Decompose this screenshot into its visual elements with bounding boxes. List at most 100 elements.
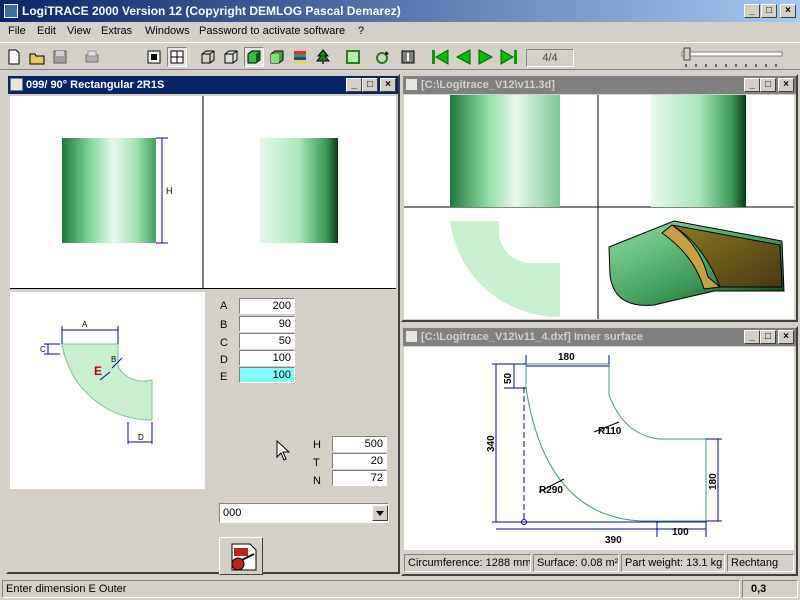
field-a-input[interactable]: 200 [239,298,295,314]
dimension-sketch: A C B E D [10,292,205,489]
window-icon [405,330,418,343]
3d-side-shape [651,95,746,207]
save-icon[interactable] [50,47,70,67]
field-label-a: A [220,300,228,312]
child-maximize-button[interactable]: □ [760,330,776,344]
dxf-dim-bottom-small: 100 [672,527,689,538]
dxf-dim-left-tall: 340 [486,435,497,452]
menu-windows[interactable]: Windows [145,25,190,37]
weight-status: Part weight: 13.1 kg [621,554,725,572]
surface-status: Surface: 0.08 m² [533,554,619,572]
field-c-input[interactable]: 50 [239,333,295,349]
calculate-button[interactable] [219,537,263,575]
child-close-button[interactable]: × [380,78,396,92]
maximize-button[interactable]: □ [761,4,777,18]
child-close-button[interactable]: × [778,78,794,92]
field-label-b: B [220,319,228,331]
solid-green-icon[interactable] [244,47,264,67]
field-label-c: C [220,337,228,349]
menu-view[interactable]: View [67,25,91,37]
dim-e-label: E [94,364,102,378]
field-label-h: H [313,439,321,451]
material-combo-value: 000 [223,507,242,519]
circumference-status: Circumference: 1288 mm [404,554,531,572]
child-minimize-button[interactable]: _ [744,78,760,92]
dim-a-label: A [82,320,88,329]
3d-top-shape [450,221,560,318]
dxf-dim-r-big: R290 [539,485,563,496]
zoom-slider[interactable] [680,46,784,68]
status-message: Enter dimension E Outer [2,580,740,598]
field-label-n: N [313,475,321,487]
tree-icon[interactable] [313,47,333,67]
material-combo[interactable]: 000 [219,503,389,523]
field-t-input[interactable]: 20 [332,453,387,469]
shape-status: Rechtang [727,554,794,572]
dxf-view: 180 50 340 R110 R290 180 100 390 [404,347,794,550]
field-h-input[interactable]: 500 [332,436,387,452]
shaded-cube-icon[interactable] [221,47,241,67]
combo-dropdown-button[interactable] [372,505,388,521]
child-minimize-button[interactable]: _ [744,330,760,344]
3d-views [404,95,794,319]
new-icon[interactable] [4,47,24,67]
dxf-titlebar: [C:\Logitrace_V12\v11_4.dxf] Inner surfa… [403,328,796,346]
menu-file[interactable]: File [8,25,26,37]
unfold-icon[interactable] [343,47,363,67]
print-icon[interactable] [82,47,102,67]
view-quad-icon[interactable] [167,47,187,67]
dxf-title: [C:\Logitrace_V12\v11_4.dxf] Inner surfa… [421,331,643,343]
mouse-cursor-icon [276,440,290,461]
app-title: LogiTRACE 2000 Version 12 (Copyright DEM… [22,4,401,18]
dim-d-label: D [138,433,144,442]
rotate-icon[interactable] [373,47,393,67]
status-bar: Enter dimension E Outer 0,3 [0,578,800,600]
3d-view-titlebar: [C:\Logitrace_V12\v11.3d] _ □ × [403,76,796,94]
field-b-input[interactable]: 90 [239,316,295,332]
child-maximize-button[interactable]: □ [362,78,378,92]
dxf-dim-bottom-total: 390 [605,535,622,546]
field-label-e: E [220,371,228,383]
view-divider [10,288,396,289]
wire-cube-icon[interactable] [198,47,218,67]
window-icon [405,78,418,91]
dxf-dim-r-small: R110 [598,426,622,437]
front-view-shape [62,138,156,243]
menu-extras[interactable]: Extras [101,25,132,37]
child-close-button[interactable]: × [778,330,794,344]
color-map-icon[interactable] [290,47,310,67]
page-indicator: 4/4 [526,49,574,67]
dxf-dim-left-small: 50 [503,372,514,384]
child-maximize-button[interactable]: □ [760,78,776,92]
child-minimize-button[interactable]: _ [346,78,362,92]
last-page-icon[interactable] [499,47,519,67]
menu-password[interactable]: Password to activate software [199,25,345,37]
calculate-icon [231,543,257,571]
field-n-input[interactable]: 72 [332,470,387,486]
view-single-icon[interactable] [144,47,164,67]
app-icon [4,4,18,18]
part-editor-titlebar: 099/ 90° Rectangular 2R1S _ □ × [8,76,398,94]
side-view-shape [260,138,338,243]
menu-edit[interactable]: Edit [37,25,56,37]
first-page-icon[interactable] [430,47,450,67]
dim-h-label: H [166,186,173,196]
open-icon[interactable] [27,47,47,67]
field-d-input[interactable]: 100 [239,350,295,366]
dxf-drawing: 180 50 340 R110 R290 180 100 390 [486,352,722,546]
field-e-input[interactable]: 100 [239,367,295,383]
dimension-sketch-drawing: A C B E D [40,320,153,444]
gray-box-icon[interactable] [398,47,418,67]
minimize-button[interactable]: _ [744,4,760,18]
window-icon [10,78,23,91]
part-views-drawing: H [62,96,338,288]
prev-page-icon[interactable] [453,47,473,67]
status-coords: 0,3 [742,580,798,598]
close-button[interactable]: × [780,4,796,18]
dxf-dim-top: 180 [558,352,575,363]
field-label-d: D [220,354,228,366]
menu-help[interactable]: ? [358,25,364,37]
next-page-icon[interactable] [476,47,496,67]
solid-shaded-icon[interactable] [267,47,287,67]
3d-view-title: [C:\Logitrace_V12\v11.3d] [421,79,555,91]
